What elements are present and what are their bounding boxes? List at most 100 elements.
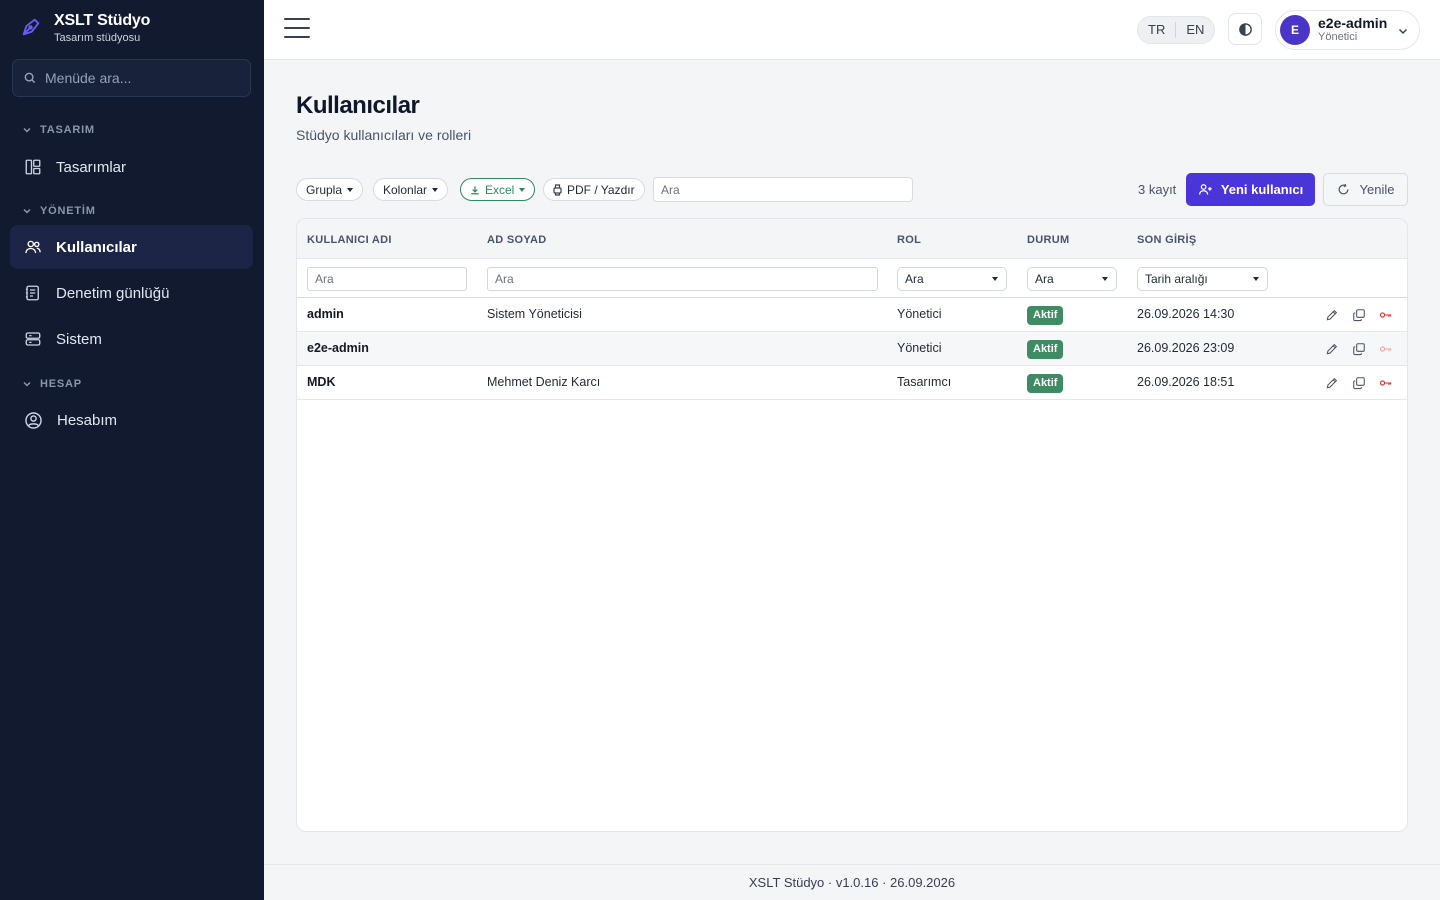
status-badge: Aktif bbox=[1027, 340, 1064, 359]
fullname-filter-input[interactable] bbox=[487, 267, 878, 291]
layout-icon bbox=[25, 159, 41, 175]
copy-icon[interactable] bbox=[1351, 307, 1367, 323]
edit-icon[interactable] bbox=[1324, 341, 1340, 357]
language-switcher: TR EN bbox=[1137, 16, 1216, 44]
cell-role: Tasarımcı bbox=[897, 375, 952, 389]
section-tasarim[interactable]: TASARIM bbox=[22, 124, 95, 136]
caret-down-icon bbox=[1102, 277, 1108, 281]
contrast-icon bbox=[1238, 22, 1252, 36]
users-table: KULLANICI ADI AD SOYAD ROL DURUM SON GİR… bbox=[296, 218, 1408, 832]
cell-last-login: 26.09.2026 18:51 bbox=[1137, 375, 1235, 389]
copy-icon[interactable] bbox=[1351, 375, 1367, 391]
status-badge: Aktif bbox=[1027, 306, 1064, 325]
pen-nib-logo-icon bbox=[22, 18, 40, 36]
reset-password-key-icon[interactable] bbox=[1378, 307, 1394, 323]
user-role: Yönetici bbox=[1318, 31, 1358, 43]
cell-last-login: 26.09.2026 23:09 bbox=[1137, 341, 1235, 355]
user-circle-icon bbox=[25, 411, 42, 429]
sidebar-item-label: Sistem bbox=[56, 330, 102, 348]
refresh-icon bbox=[1338, 183, 1348, 195]
section-label: HESAP bbox=[40, 378, 82, 390]
edit-icon[interactable] bbox=[1324, 375, 1340, 391]
caret-down-icon bbox=[432, 187, 439, 192]
cell-last-login: 26.09.2026 14:30 bbox=[1137, 307, 1235, 321]
menu-toggle-icon[interactable] bbox=[284, 18, 310, 42]
sidebar-item-account[interactable]: Hesabım bbox=[10, 398, 253, 442]
download-icon bbox=[471, 185, 479, 194]
filter-row: Ara Ara Tarih aralığı bbox=[297, 259, 1407, 298]
record-count: 3 kayıt bbox=[1138, 182, 1177, 197]
refresh-button[interactable]: Yenile bbox=[1323, 173, 1408, 206]
pdf-print-button[interactable]: PDF / Yazdır bbox=[543, 178, 645, 201]
lang-en-button[interactable]: EN bbox=[1176, 17, 1214, 43]
user-name: e2e-admin bbox=[1318, 15, 1388, 31]
pdf-label: PDF / Yazdır bbox=[567, 182, 635, 197]
cell-username: e2e-admin bbox=[307, 341, 369, 355]
search-icon bbox=[24, 72, 36, 84]
copy-icon[interactable] bbox=[1351, 341, 1367, 357]
chevron-down-icon bbox=[1398, 28, 1408, 35]
column-header-username[interactable]: KULLANICI ADI bbox=[307, 234, 392, 246]
section-label: YÖNETİM bbox=[40, 205, 96, 217]
brand-subtitle: Tasarım stüdyosu bbox=[54, 32, 141, 44]
print-icon bbox=[553, 183, 562, 196]
username-filter-input[interactable] bbox=[307, 267, 467, 291]
section-yonetim[interactable]: YÖNETİM bbox=[22, 205, 96, 217]
edit-icon[interactable] bbox=[1324, 307, 1340, 323]
sidebar-item-users[interactable]: Kullanıcılar bbox=[10, 225, 253, 269]
section-hesap[interactable]: HESAP bbox=[22, 378, 82, 390]
lang-tr-button[interactable]: TR bbox=[1138, 17, 1175, 43]
caret-down-icon bbox=[992, 277, 998, 281]
column-header-status[interactable]: DURUM bbox=[1027, 234, 1069, 246]
columns-label: Kolonlar bbox=[383, 182, 428, 197]
new-user-label: Yeni kullanıcı bbox=[1220, 182, 1304, 197]
page-title: Kullanıcılar bbox=[296, 92, 420, 119]
column-header-role[interactable]: ROL bbox=[897, 234, 921, 246]
page-subtitle: Stüdyo kullanıcıları ve rolleri bbox=[296, 127, 472, 143]
sidebar-item-label: Tasarımlar bbox=[56, 158, 127, 176]
menu-search-input[interactable] bbox=[45, 70, 235, 86]
columns-button[interactable]: Kolonlar bbox=[373, 178, 449, 201]
menu-search bbox=[12, 59, 251, 97]
cell-fullname: Mehmet Deniz Karcı bbox=[487, 375, 601, 389]
table-row[interactable]: e2e-admin Yönetici Aktif 26.09.2026 23:0… bbox=[297, 332, 1407, 366]
footer: XSLT Stüdyo · v1.0.16 · 26.09.2026 bbox=[264, 864, 1440, 900]
cell-fullname: Sistem Yöneticisi bbox=[487, 307, 582, 321]
status-filter-value: Ara bbox=[1035, 272, 1054, 286]
sidebar-item-designs[interactable]: Tasarımlar bbox=[10, 145, 253, 189]
reset-password-key-icon[interactable] bbox=[1378, 341, 1394, 357]
sidebar-item-label: Denetim günlüğü bbox=[56, 284, 170, 302]
date-range-filter-select[interactable]: Tarih aralığı bbox=[1137, 267, 1268, 291]
role-filter-select[interactable]: Ara bbox=[897, 267, 1007, 291]
chevron-down-icon bbox=[23, 381, 31, 387]
new-user-button[interactable]: Yeni kullanıcı bbox=[1186, 173, 1315, 206]
caret-down-icon bbox=[519, 187, 526, 192]
chevron-down-icon bbox=[23, 208, 31, 214]
theme-toggle-button[interactable] bbox=[1228, 13, 1262, 45]
column-header-fullname[interactable]: AD SOYAD bbox=[487, 234, 546, 246]
server-icon bbox=[25, 332, 41, 346]
section-label: TASARIM bbox=[40, 124, 95, 136]
brand[interactable]: XSLT Stüdyo Tasarım stüdyosu bbox=[20, 12, 150, 44]
topbar: TR EN E e2e-admin Yönetici bbox=[264, 0, 1440, 60]
sidebar-item-audit-log[interactable]: Denetim günlüğü bbox=[10, 271, 253, 315]
group-button[interactable]: Grupla bbox=[296, 178, 364, 201]
status-badge: Aktif bbox=[1027, 374, 1064, 393]
excel-export-button[interactable]: Excel bbox=[460, 178, 536, 201]
reset-password-key-icon[interactable] bbox=[1378, 375, 1394, 391]
status-filter-select[interactable]: Ara bbox=[1027, 267, 1117, 291]
sidebar: XSLT Stüdyo Tasarım stüdyosu TASARIM Tas… bbox=[0, 0, 264, 900]
user-plus-icon bbox=[1198, 184, 1212, 195]
cell-username: MDK bbox=[307, 375, 336, 389]
sidebar-item-system[interactable]: Sistem bbox=[10, 317, 253, 361]
column-header-last-login[interactable]: SON GİRİŞ bbox=[1137, 234, 1197, 246]
table-row[interactable]: admin Sistem Yöneticisi Yönetici Aktif 2… bbox=[297, 298, 1407, 332]
caret-down-icon bbox=[347, 187, 354, 192]
sidebar-item-label: Kullanıcılar bbox=[56, 238, 137, 256]
caret-down-icon bbox=[1253, 277, 1259, 281]
users-icon bbox=[25, 240, 41, 254]
table-search-input[interactable] bbox=[653, 177, 913, 202]
table-row[interactable]: MDK Mehmet Deniz Karcı Tasarımcı Aktif 2… bbox=[297, 366, 1407, 400]
date-range-filter-value: Tarih aralığı bbox=[1145, 272, 1208, 286]
user-menu[interactable]: E e2e-admin Yönetici bbox=[1275, 10, 1420, 50]
